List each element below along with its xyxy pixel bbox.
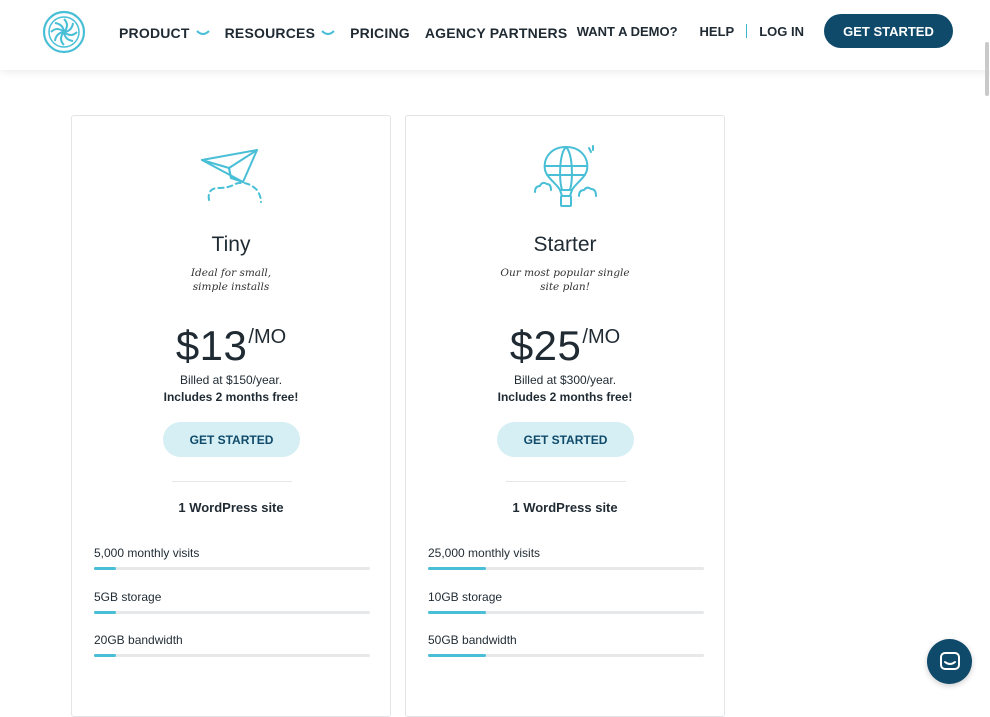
metric-track — [94, 611, 370, 614]
chat-bubble-icon — [939, 651, 960, 670]
nav-agency-partners-label: AGENCY PARTNERS — [424, 25, 568, 41]
metric-track — [428, 567, 704, 570]
nav-product[interactable]: PRODUCT — [119, 25, 210, 41]
price-amount: $13 — [175, 322, 248, 369]
price-period: /MO — [248, 326, 287, 348]
metric-label: 5,000 monthly visits — [94, 546, 200, 560]
chevron-down-icon — [195, 30, 210, 35]
metric-bandwidth: 50GB bandwidth — [428, 633, 704, 657]
metric-track — [428, 611, 704, 614]
chat-launcher-button[interactable] — [927, 639, 972, 684]
nav-separator — [746, 24, 748, 38]
chevron-down-icon — [321, 30, 335, 35]
plan-card-tiny: Tiny Ideal for small, simple installs $1… — [71, 115, 391, 717]
divider — [506, 481, 626, 482]
metric-label: 20GB bandwidth — [94, 633, 183, 647]
plan-description: Ideal for small, simple installs — [72, 266, 390, 294]
metric-storage: 5GB storage — [94, 590, 370, 614]
starter-get-started-button[interactable]: GET STARTED — [497, 422, 634, 457]
metric-fill — [428, 611, 486, 614]
metric-fill — [428, 654, 486, 657]
paper-plane-icon — [201, 149, 262, 203]
help-link[interactable]: HELP — [700, 24, 735, 39]
metric-track — [94, 654, 370, 657]
price-period: /MO — [582, 326, 621, 348]
metric-fill — [94, 567, 117, 570]
metric-track — [428, 654, 704, 657]
utility-nav: WANT A DEMO? HELP LOG IN GET STARTED — [577, 0, 990, 62]
metric-visits: 5,000 monthly visits — [94, 546, 370, 570]
metric-label: 25,000 monthly visits — [428, 546, 541, 560]
plan-description-line: Ideal for small, — [190, 267, 272, 279]
metric-fill — [94, 654, 117, 657]
metric-label: 10GB storage — [428, 590, 503, 604]
free-months-note: Includes 2 months free! — [163, 390, 299, 404]
metric-label: 5GB storage — [94, 590, 162, 604]
plan-name: Starter — [533, 233, 597, 256]
main-nav: PRODUCT RESOURCES PRICING AGENCY PARTNER… — [119, 0, 582, 66]
metric-storage: 10GB storage — [428, 590, 704, 614]
free-months-note: Includes 2 months free! — [497, 390, 633, 404]
header-get-started-button[interactable]: GET STARTED — [824, 14, 953, 48]
nav-resources-label: RESOURCES — [224, 25, 316, 41]
plan-name: Tiny — [211, 233, 251, 256]
billing-note: Billed at $300/year. — [513, 373, 617, 387]
plan-description: Our most popular single site plan! — [406, 266, 724, 294]
plan-description-line: Our most popular single — [500, 267, 630, 279]
plan-description-line: simple installs — [192, 281, 270, 293]
billing-note: Billed at $150/year. — [179, 373, 283, 387]
plan-price: $13/MO — [72, 322, 390, 370]
metric-fill — [428, 567, 486, 570]
price-amount: $25 — [509, 322, 582, 369]
nav-pricing[interactable]: PRICING — [350, 25, 410, 41]
page-scrollbar[interactable] — [985, 42, 989, 96]
plan-price: $25/MO — [406, 322, 724, 370]
nav-resources[interactable]: RESOURCES — [225, 25, 335, 41]
divider — [172, 481, 292, 482]
nav-agency-partners[interactable]: AGENCY PARTNERS — [425, 25, 568, 41]
nav-product-label: PRODUCT — [119, 25, 190, 41]
plan-card-starter: Starter Our most popular single site pla… — [405, 115, 725, 717]
site-header: PRODUCT RESOURCES PRICING AGENCY PARTNER… — [0, 0, 990, 70]
metric-fill — [94, 611, 117, 614]
login-link[interactable]: LOG IN — [759, 24, 804, 39]
tiny-get-started-button[interactable]: GET STARTED — [163, 422, 300, 457]
metric-bandwidth: 20GB bandwidth — [94, 633, 370, 657]
flywheel-logo-icon[interactable] — [42, 10, 86, 54]
site-count: 1 WordPress site — [512, 500, 618, 515]
hot-air-balloon-icon — [534, 145, 597, 207]
want-demo-link[interactable]: WANT A DEMO? — [577, 24, 678, 39]
plan-description-line: site plan! — [540, 281, 590, 293]
metric-track — [94, 567, 370, 570]
metric-visits: 25,000 monthly visits — [428, 546, 704, 570]
nav-pricing-label: PRICING — [350, 25, 410, 41]
metric-label: 50GB bandwidth — [428, 633, 517, 647]
site-count: 1 WordPress site — [178, 500, 284, 515]
